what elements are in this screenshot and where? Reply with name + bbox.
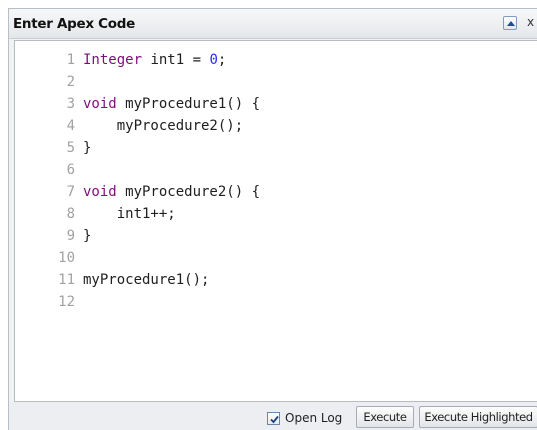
close-icon[interactable]: x [527, 15, 534, 29]
line-number: 7 [66, 184, 75, 200]
execute-highlighted-button[interactable]: Execute Highlighted [419, 406, 537, 428]
code-token: } [83, 228, 92, 244]
code-token: 0 [209, 52, 218, 68]
open-log-toggle[interactable]: Open Log [267, 410, 342, 426]
apex-code-panel: Enter Apex Code x 1 Integer int1 = 0; 2 3 vo… [8, 8, 537, 430]
line-number: 2 [66, 74, 75, 90]
code-line: 12 [15, 291, 535, 313]
line-number: 1 [66, 52, 75, 68]
panel-footer: Open Log Execute Execute Highlighted [9, 402, 537, 430]
code-token: } [83, 140, 92, 156]
code-token: myProcedure2(); [83, 118, 244, 134]
execute-button[interactable]: Execute [356, 406, 414, 428]
code-line: 10 [15, 247, 535, 269]
code-token: void [83, 184, 117, 200]
code-text: myProcedure2(); [83, 115, 243, 137]
code-token: myProcedure2() { [116, 184, 261, 200]
collapse-button[interactable] [503, 16, 517, 30]
code-token: ; [217, 52, 227, 68]
line-number: 12 [58, 294, 75, 310]
open-log-label: Open Log [285, 411, 343, 425]
code-token: int1++; [83, 206, 176, 222]
check-icon [270, 415, 279, 423]
code-text: } [83, 137, 91, 159]
line-number: 9 [66, 228, 75, 244]
code-token: int1 = [142, 52, 210, 68]
code-text: } [83, 225, 91, 247]
code-token: myProcedure1() { [116, 96, 261, 112]
code-token: myProcedure1(); [83, 272, 210, 288]
open-log-checkbox[interactable] [267, 411, 280, 425]
code-line: 3 void myProcedure1() { [15, 93, 535, 115]
triangle-up-icon [507, 21, 515, 26]
code-lines: 1 Integer int1 = 0; 2 3 void myProcedure1() … [15, 49, 535, 313]
code-text: void myProcedure1() { [83, 93, 260, 115]
panel-titlebar: Enter Apex Code x [9, 9, 537, 39]
line-number: 8 [66, 206, 75, 222]
code-line: 1 Integer int1 = 0; [15, 49, 535, 71]
code-line: 11 myProcedure1(); [15, 269, 535, 291]
line-number: 10 [58, 250, 75, 266]
code-token: void [83, 96, 117, 112]
line-number: 3 [66, 96, 75, 112]
code-text: void myProcedure2() { [83, 181, 260, 203]
code-line: 2 [15, 71, 535, 93]
code-line: 6 [15, 159, 535, 181]
code-line: 5} [15, 137, 535, 159]
code-text: int1++; [83, 203, 176, 225]
code-line: 8 int1++; [15, 203, 535, 225]
line-number: 5 [66, 140, 75, 156]
line-number: 11 [58, 272, 75, 288]
code-text: myProcedure1(); [83, 269, 209, 291]
line-number: 4 [66, 118, 75, 134]
code-text: Integer int1 = 0; [83, 49, 226, 71]
code-line: 9} [15, 225, 535, 247]
line-number: 6 [66, 162, 75, 178]
panel-title: Enter Apex Code [13, 16, 135, 32]
code-line: 7 void myProcedure2() { [15, 181, 535, 203]
code-token: Integer [83, 52, 143, 68]
code-editor[interactable]: 1 Integer int1 = 0; 2 3 void myProcedure1() … [14, 40, 537, 402]
code-line: 4 myProcedure2(); [15, 115, 535, 137]
